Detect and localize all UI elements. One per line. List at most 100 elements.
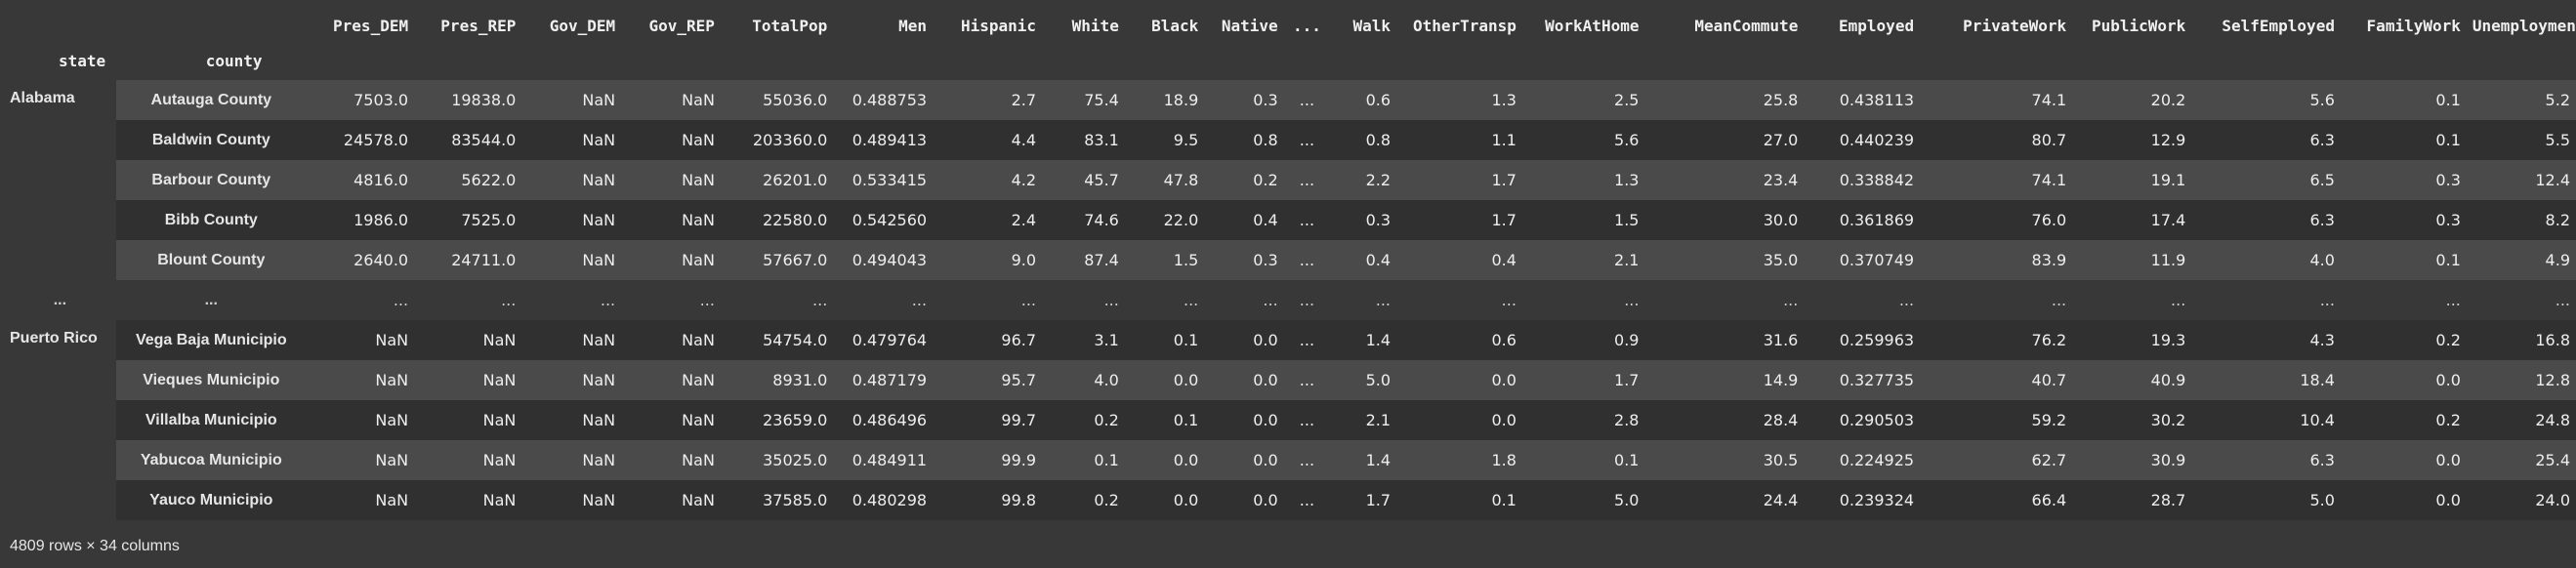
table-cell: 0.4 [1491,251,1517,269]
cell-ellipsis: ... [1375,291,1392,309]
column-header: Gov_REP [648,16,715,35]
table-body: Alabama Autauga County 7503.0 19838.0 NaN NaN… [0,80,2576,520]
table-cell: 80.7 [2031,131,2067,149]
table-cell: 0.1 [1491,491,1517,509]
table-cell: NaN [582,251,616,269]
table-cell: NaN [375,331,409,349]
table-cell: 55036.0 [763,91,828,109]
table-cell: 5.0 [1365,371,1392,389]
table-cell: NaN [682,491,715,509]
table-cell: 24578.0 [343,131,409,149]
dataframe-output: Pres_DEM Pres_REP Gov_DEM Gov_REP TotalPop Me… [0,0,2576,520]
table-cell: 0.259963 [1839,331,1915,349]
row-index-county: Yabucoa Municipio [140,451,282,468]
cell-ellipsis: ... [1501,291,1517,309]
table-cell: 0.1 [1614,451,1640,469]
table-cell: 0.489413 [852,131,928,149]
table-row: Vieques Municipio NaN NaN NaN NaN 8931.0 0.487… [0,360,2576,400]
table-cell: NaN [582,171,616,189]
table-cell: NaN [682,171,715,189]
column-header: Native [1221,16,1278,35]
table-cell: 6.3 [2309,211,2335,229]
table-cell: NaN [582,91,616,109]
shape-summary: 4809 rows × 34 columns [10,538,180,554]
table-cell: 0.6 [1491,331,1517,349]
column-header: Men [898,16,928,35]
table-cell: NaN [582,411,616,429]
table-cell: 30.5 [1763,451,1799,469]
row-index-county: Bibb County [164,211,258,228]
table-cell: 99.9 [1001,451,1037,469]
table-cell: NaN [682,131,715,149]
header-blank [307,41,2576,80]
table-cell: 1.3 [1491,91,1517,109]
table-cell: 4.3 [2309,331,2335,349]
table-cell: 0.0 [1491,411,1517,429]
column-header: FamilyWork [2366,16,2461,35]
table-cell: 59.2 [2031,411,2067,429]
row-index-county: Barbour County [151,171,271,188]
index-name-county: county [205,51,263,70]
table-cell: 0.327735 [1839,371,1915,389]
row-index-county: Villalba Municipio [145,411,277,428]
table-row: Alabama Autauga County 7503.0 19838.0 NaN NaN… [0,80,2576,280]
column-header: Unemployment [2472,16,2576,35]
table-cell: 18.4 [2300,371,2335,389]
table-row: Villalba Municipio NaN NaN NaN NaN 23659.0 0.4… [0,400,2576,440]
table-cell: 0.290503 [1839,411,1915,429]
table-cell: NaN [375,491,409,509]
column-header: Pres_REP [440,16,517,35]
table-row: Yabucoa Municipio NaN NaN NaN NaN 35025.0 0.48… [0,440,2576,480]
header-blank [116,10,307,41]
table-cell: 7503.0 [353,91,409,109]
table-cell: NaN [682,251,715,269]
cell-ellipsis: ... [393,291,409,309]
table-row: Barbour County 4816.0 5622.0 NaN NaN 26201.0 0… [0,160,2576,200]
cell-ellipsis: ... [1898,291,1915,309]
table-cell: 19.3 [2150,331,2186,349]
table-cell: NaN [482,371,517,389]
cell-ellipsis: ... [911,291,928,309]
table-cell: 4.0 [1094,371,1119,389]
table-cell: 9.5 [1173,131,1199,149]
cell-ellipsis: ... [1299,491,1315,509]
table-cell: 1.5 [1614,211,1640,229]
cell-ellipsis: ... [1783,291,1799,309]
table-cell: 28.4 [1763,411,1799,429]
cell-ellipsis: ... [1299,91,1315,109]
cell-ellipsis: ... [2171,291,2186,309]
column-header: Pres_DEM [333,16,409,35]
table-cell: 0.0 [1173,451,1199,469]
table-cell: 37585.0 [763,491,828,509]
table-cell: 2.2 [1365,171,1392,189]
table-cell: 6.3 [2309,451,2335,469]
table-cell: 4.2 [1011,171,1037,189]
table-cell: 0.488753 [852,91,928,109]
table-cell: 2640.0 [353,251,409,269]
table-cell: NaN [682,91,715,109]
table-cell: 1.5 [1173,251,1199,269]
table-cell: 0.0 [2435,491,2461,509]
table-cell: 74.6 [1084,211,1119,229]
row-index-state: Puerto Rico [0,320,116,520]
table-cell: 5.2 [2545,91,2570,109]
table-cell: 1.1 [1491,131,1517,149]
table-cell: 0.1 [2435,251,2461,269]
table-cell: 24.0 [2535,491,2570,509]
row-index-county: Vieques Municipio [143,371,280,388]
table-cell: 22580.0 [763,211,828,229]
table-cell: 7525.0 [461,211,517,229]
table-cell: 19838.0 [451,91,517,109]
table-cell: 99.7 [1001,411,1037,429]
ellipsis-row: ........................................… [0,280,2576,320]
index-name-state: state [59,51,106,70]
table-cell: NaN [482,331,517,349]
table-cell: 3.1 [1094,331,1119,349]
cell-ellipsis: ... [1263,291,1278,309]
table-cell: 76.0 [2031,211,2067,229]
table-cell: 0.0 [1491,371,1517,389]
table-cell: 0.224925 [1839,451,1915,469]
table-row: Puerto Rico Vega Baja Municipio NaN NaN NaN N… [0,320,2576,520]
cell-ellipsis: ... [2555,291,2570,309]
table-cell: 0.0 [1253,331,1278,349]
